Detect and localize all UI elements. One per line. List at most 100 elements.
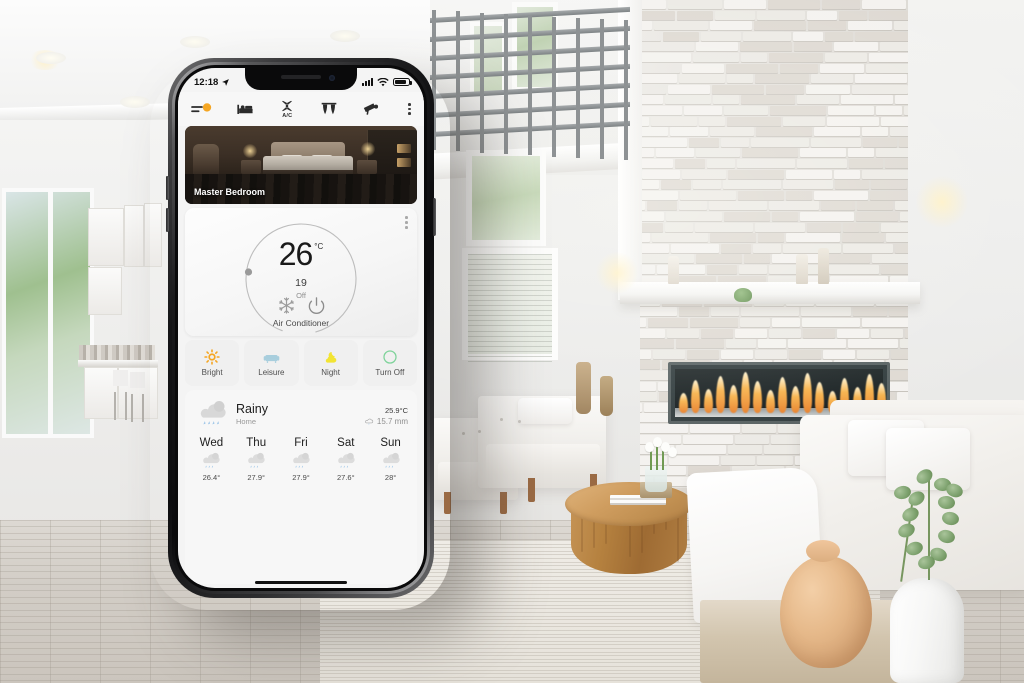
scene-button-leisure[interactable]: Leisure <box>244 340 299 386</box>
weather-card[interactable]: Rainy Home 25.9°C 15.7 mm Wed 26.4° Thu … <box>185 390 417 584</box>
sidebar-item-curtains[interactable] <box>308 92 350 126</box>
bed <box>263 142 353 178</box>
backsplash <box>79 345 155 361</box>
wall-sconce-light <box>916 176 968 228</box>
curtain-icon <box>321 102 337 114</box>
ac-label: A/C <box>282 113 293 120</box>
rainfall-amount: 15.7 mm <box>376 417 408 426</box>
wifi-icon <box>377 77 389 86</box>
railing-post <box>552 16 556 157</box>
scene-buttons: Bright Leisure Night Turn Off <box>185 340 417 386</box>
device-name: Air Conditioner <box>272 318 330 328</box>
scene-button-turn-off[interactable]: Turn Off <box>362 340 417 386</box>
railing-post <box>624 20 628 161</box>
home-indicator[interactable] <box>255 580 347 584</box>
thermostat-card: 26 °C 19 Off Air Conditioner <box>185 208 417 336</box>
rain-drop-icon <box>365 418 373 425</box>
forecast-row: Wed 26.4° Thu 27.9° Fri 27.9° Sat 27.6° … <box>185 435 417 482</box>
forecast-temp: 26.4° <box>202 473 221 482</box>
power-button[interactable] <box>433 198 436 236</box>
weather-location: Home <box>236 417 257 427</box>
more-vertical-icon <box>408 103 411 115</box>
railing-post <box>504 13 508 154</box>
railing-post <box>576 17 580 158</box>
forecast-day-name: Sun <box>380 437 401 449</box>
sidebar-item-air-conditioner[interactable]: A/C <box>267 92 309 126</box>
sidebar-item-security-camera[interactable] <box>350 92 392 126</box>
phone-screen: 12:18 A/C Master Bedroom 26 °C 19 Off Ai… <box>178 68 424 588</box>
recessed-ceiling-light <box>180 36 210 48</box>
forecast-day[interactable]: Fri 27.9° <box>279 437 324 482</box>
earpiece-speaker <box>281 75 321 79</box>
kitchen-counter <box>78 360 158 367</box>
kitchen-cabinet <box>88 208 124 266</box>
sofa-icon <box>263 354 280 363</box>
decorative-vase <box>600 376 613 416</box>
room-hero-card[interactable]: Master Bedroom <box>185 126 417 204</box>
white-vase <box>890 578 964 683</box>
rain-cloud-icon <box>337 452 355 468</box>
weather-unit: °C <box>399 405 408 415</box>
forecast-day[interactable]: Wed 26.4° <box>189 437 234 482</box>
front-camera <box>329 75 335 81</box>
armchair-seat <box>486 444 600 474</box>
cellular-signal-icon <box>362 78 373 86</box>
upper-right-window <box>466 150 546 246</box>
temperature-value: 26 <box>278 236 314 272</box>
railing-post <box>528 15 532 156</box>
window-with-blinds <box>462 248 558 363</box>
vessel-neck <box>806 540 840 562</box>
volume-button[interactable] <box>166 176 169 200</box>
app-toolbar: A/C <box>178 92 424 126</box>
status-time: 12:18 <box>194 76 219 88</box>
recessed-ceiling-light <box>330 30 360 42</box>
temperature-unit: °C <box>314 242 324 251</box>
setpoint-value: 19 <box>295 277 307 289</box>
recessed-ceiling-light <box>36 52 66 64</box>
bedroom-armchair <box>193 144 219 178</box>
scene-label: Bright <box>201 368 223 377</box>
rain-cloud-icon <box>200 401 226 425</box>
mantel-plant <box>734 288 752 302</box>
power-icon[interactable] <box>307 296 326 315</box>
current-temperature: 26 °C <box>185 236 417 272</box>
sliding-glass-door <box>2 188 94 438</box>
forecast-day[interactable]: Sat 27.6° <box>323 437 368 482</box>
sidebar-item-bedroom[interactable] <box>225 92 267 126</box>
rain-cloud-icon <box>248 452 265 468</box>
railing-post <box>456 11 460 152</box>
weather-condition: Rainy <box>236 401 268 416</box>
notch <box>245 68 357 90</box>
rain-cloud-icon <box>293 452 310 468</box>
fan-icon <box>282 100 292 111</box>
forecast-day[interactable]: Sun 28° <box>368 437 413 482</box>
scene-label: Turn Off <box>375 368 405 377</box>
forecast-temp: 28° <box>384 473 397 482</box>
forecast-day[interactable]: Thu 27.9° <box>234 437 279 482</box>
railing-post <box>600 19 604 160</box>
location-arrow-icon <box>222 78 230 86</box>
overflow-menu-button[interactable] <box>391 92 411 126</box>
scene-button-night[interactable]: Night <box>303 340 358 386</box>
kitchen-cabinet <box>124 205 144 267</box>
decorative-vase <box>576 362 591 414</box>
rain-cloud-icon <box>382 452 400 468</box>
mantel-vase <box>668 256 679 284</box>
railing-post <box>480 12 484 153</box>
scene-button-bright[interactable]: Bright <box>185 340 240 386</box>
forecast-day-name: Thu <box>246 437 267 449</box>
battery-icon <box>393 77 412 87</box>
bed-icon <box>237 104 253 114</box>
accent-pillow <box>518 398 572 424</box>
cctv-camera-icon <box>363 103 378 115</box>
rain-cloud-icon <box>203 452 221 468</box>
forecast-day-name: Wed <box>199 437 224 449</box>
smartphone-frame: 12:18 A/C Master Bedroom 26 °C 19 Off Ai… <box>166 58 436 598</box>
sidebar-item-menu-lights[interactable] <box>191 92 225 126</box>
forecast-temp: 27.6° <box>336 473 355 482</box>
volume-button[interactable] <box>166 208 169 232</box>
circle-icon <box>383 350 397 364</box>
menu-lines-icon <box>191 102 212 112</box>
card-overflow-button[interactable] <box>405 216 408 229</box>
snowflake-icon[interactable] <box>277 296 296 315</box>
